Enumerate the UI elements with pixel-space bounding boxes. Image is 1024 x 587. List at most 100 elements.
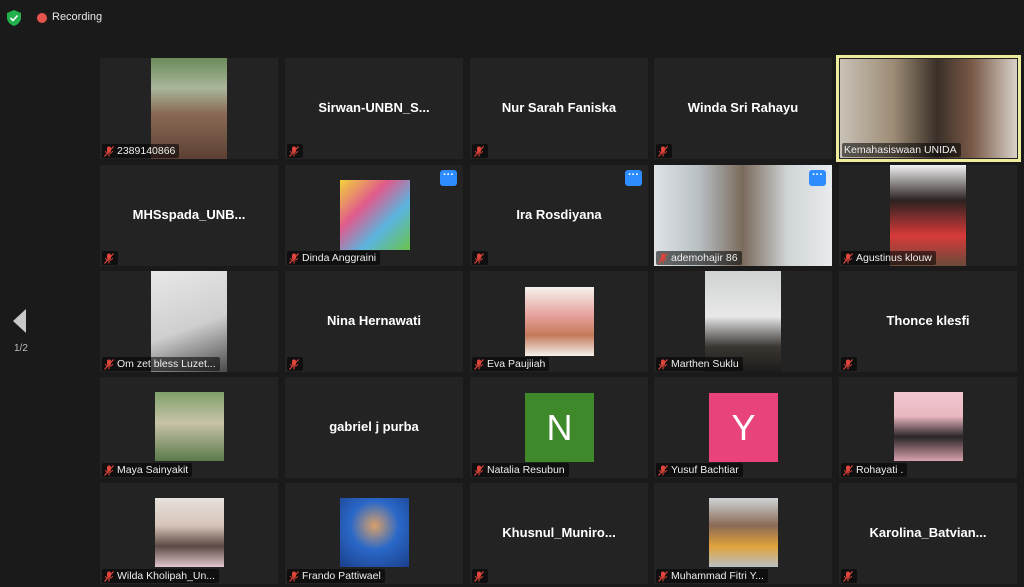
participant-display-name: Khusnul_Muniro...	[502, 525, 616, 540]
avatar: N	[525, 393, 594, 462]
participant-tile[interactable]: Wilda Kholipah_Un...	[100, 483, 278, 584]
participant-tile[interactable]: Eva Paujiiah	[470, 271, 648, 372]
participant-tile[interactable]: Nur Sarah Faniska	[470, 58, 648, 159]
previous-page-arrow-icon[interactable]	[10, 307, 30, 335]
muted-mic-icon	[104, 145, 114, 157]
muted-mic-icon	[104, 252, 114, 264]
participant-name-label: 2389140866	[102, 144, 180, 158]
participant-tile[interactable]: Ira Rosdiyana ···	[470, 165, 648, 266]
muted-mic-icon	[658, 358, 668, 370]
participant-display-name: Karolina_Batvian...	[869, 525, 987, 540]
participant-name-label: Maya Sainyakit	[102, 463, 193, 477]
muted-mic-icon	[289, 570, 299, 582]
participant-name-label: Eva Paujiiah	[472, 357, 550, 371]
participant-name-label	[841, 357, 857, 371]
participant-name-label: Natalia Resubun	[472, 463, 569, 477]
participant-tile[interactable]: Om zet bless Luzet...	[100, 271, 278, 372]
participant-name-label	[287, 357, 303, 371]
participant-name-label: ademohajir 86	[656, 251, 742, 265]
participant-tile[interactable]: Muhammad Fitri Y...	[654, 483, 832, 584]
muted-mic-icon	[658, 252, 668, 264]
participant-tile[interactable]: Maya Sainyakit	[100, 377, 278, 478]
encryption-shield-icon[interactable]	[7, 10, 21, 26]
profile-picture	[709, 498, 778, 567]
participant-tile[interactable]: Y Yusuf Bachtiar	[654, 377, 832, 478]
participant-display-name: Nur Sarah Faniska	[501, 100, 617, 115]
participant-display-name: Nina Hernawati	[327, 313, 421, 328]
participant-tile[interactable]: 2389140866	[100, 58, 278, 159]
participant-tile[interactable]: Khusnul_Muniro...	[470, 483, 648, 584]
participant-tile[interactable]: Karolina_Batvian...	[839, 483, 1017, 584]
participant-display-name: gabriel j purba	[329, 419, 419, 434]
participant-name-label: Kemahasiswaan UNIDA	[842, 143, 961, 157]
participant-name-label: Muhammad Fitri Y...	[656, 569, 768, 583]
participant-name-label	[287, 144, 303, 158]
participant-name-label: Marthen Suklu	[656, 357, 743, 371]
recording-icon	[37, 13, 47, 23]
muted-mic-icon	[843, 252, 853, 264]
participant-name-label	[656, 144, 672, 158]
participant-display-name: MHSspada_UNB...	[132, 207, 246, 222]
participant-name-label: Yusuf Bachtiar	[656, 463, 743, 477]
participant-name-label	[841, 569, 857, 583]
participant-tile[interactable]: Frando Pattiwael	[285, 483, 463, 584]
top-bar: Recording	[0, 0, 1024, 36]
muted-mic-icon	[289, 145, 299, 157]
profile-picture	[155, 498, 224, 567]
profile-picture	[340, 498, 409, 567]
participant-tile[interactable]: Thonce klesfi	[839, 271, 1017, 372]
participant-display-name: Winda Sri Rahayu	[687, 100, 799, 115]
participant-tile[interactable]: Nina Hernawati	[285, 271, 463, 372]
participant-name-label	[102, 251, 118, 265]
page-indicator: 1/2	[14, 343, 28, 354]
participant-name-label: Dinda Anggraini	[287, 251, 381, 265]
muted-mic-icon	[104, 358, 114, 370]
muted-mic-icon	[474, 570, 484, 582]
muted-mic-icon	[474, 464, 484, 476]
participant-tile[interactable]: Sirwan-UNBN_S...	[285, 58, 463, 159]
participant-tile[interactable]: ··· Dinda Anggraini	[285, 165, 463, 266]
muted-mic-icon	[289, 358, 299, 370]
recording-label[interactable]: Recording	[52, 11, 102, 23]
muted-mic-icon	[474, 252, 484, 264]
participant-name-label: Agustinus klouw	[841, 251, 936, 265]
participant-tile[interactable]: gabriel j purba	[285, 377, 463, 478]
participant-name-label: Om zet bless Luzet...	[102, 357, 220, 371]
participant-tile[interactable]: MHSspada_UNB...	[100, 165, 278, 266]
profile-picture	[894, 392, 963, 461]
participant-tile[interactable]: ··· ademohajir 86	[654, 165, 832, 266]
participant-tile[interactable]: N Natalia Resubun	[470, 377, 648, 478]
muted-mic-icon	[658, 570, 668, 582]
participant-tile[interactable]: Agustinus klouw	[839, 165, 1017, 266]
participant-tile[interactable]: Rohayati .	[839, 377, 1017, 478]
gallery-grid: 2389140866 Sirwan-UNBN_S... Nur Sarah Fa…	[100, 55, 1022, 586]
muted-mic-icon	[289, 252, 299, 264]
participant-display-name: Thonce klesfi	[886, 313, 970, 328]
muted-mic-icon	[843, 358, 853, 370]
more-options-button[interactable]: ···	[809, 170, 826, 186]
muted-mic-icon	[658, 464, 668, 476]
more-options-button[interactable]: ···	[440, 170, 457, 186]
participant-display-name: Sirwan-UNBN_S...	[318, 100, 430, 115]
profile-picture	[340, 180, 410, 250]
participant-tile[interactable]: Marthen Suklu	[654, 271, 832, 372]
muted-mic-icon	[843, 570, 853, 582]
active-speaker-tile[interactable]: Kemahasiswaan UNIDA	[836, 55, 1021, 162]
more-options-button[interactable]: ···	[625, 170, 642, 186]
participant-name-label	[472, 144, 488, 158]
muted-mic-icon	[104, 570, 114, 582]
participant-name-label	[472, 251, 488, 265]
muted-mic-icon	[474, 358, 484, 370]
participant-tile[interactable]: Winda Sri Rahayu	[654, 58, 832, 159]
profile-picture	[155, 392, 224, 461]
muted-mic-icon	[843, 464, 853, 476]
muted-mic-icon	[658, 145, 668, 157]
muted-mic-icon	[104, 464, 114, 476]
participant-name-label	[472, 569, 488, 583]
muted-mic-icon	[474, 145, 484, 157]
participant-display-name: Ira Rosdiyana	[516, 207, 602, 222]
profile-picture	[525, 287, 594, 356]
participant-name-label: Rohayati .	[841, 463, 908, 477]
participant-name-label: Frando Pattiwael	[287, 569, 385, 583]
participant-name-label: Wilda Kholipah_Un...	[102, 569, 220, 583]
